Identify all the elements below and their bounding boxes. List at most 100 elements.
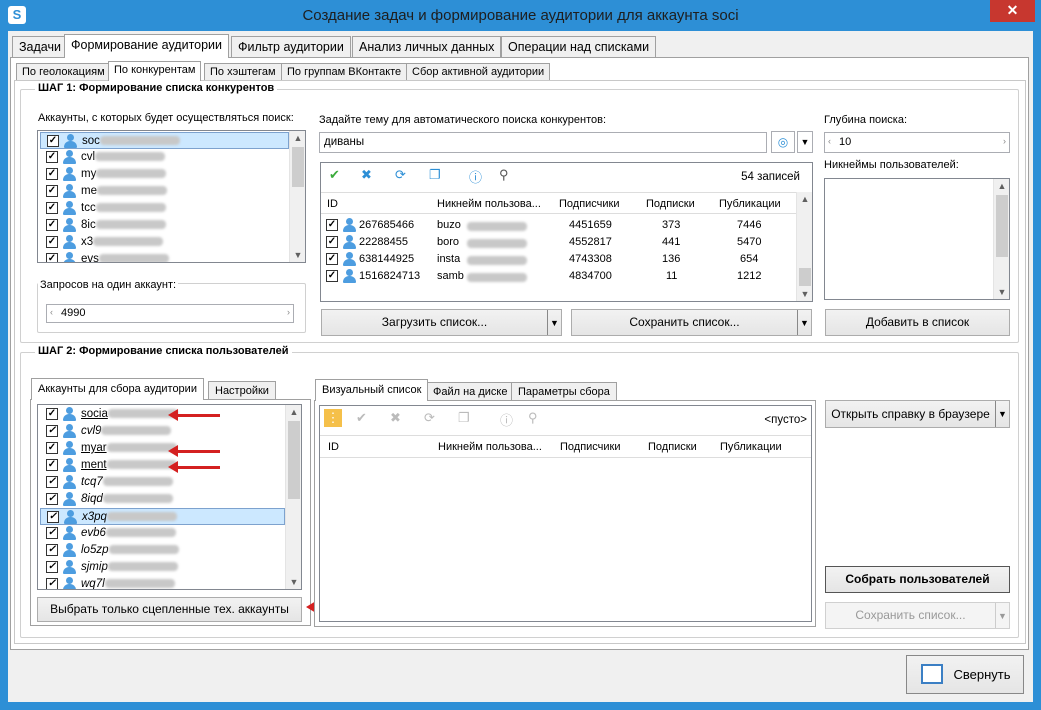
records-count: 54 записей <box>741 171 800 183</box>
grid-header: ID Никнейм пользова... Подписчики Подпис… <box>320 435 811 458</box>
load-list-button[interactable]: Загрузить список... ▼ <box>321 309 562 336</box>
users-grid: ⋮ ✔ ✖ ⟳ ❐ ⓘ ⚲ <пусто> ID Никнейм пользов… <box>319 405 812 622</box>
list-item[interactable]: ✓ me <box>40 183 167 200</box>
requests-spinner[interactable]: ‹ 4990 › <box>46 304 294 323</box>
nicknames-textarea[interactable]: ▲ ▼ <box>824 178 1010 300</box>
user-icon <box>62 200 77 215</box>
list-item[interactable]: ✓ soc <box>40 132 289 149</box>
tab-tasks[interactable]: Задачи <box>12 36 68 58</box>
info-icon[interactable]: ⓘ <box>469 167 482 186</box>
requests-label: Запросов на один аккаунт: <box>38 279 179 291</box>
list-item[interactable]: ✓ tcc <box>40 200 166 217</box>
user-icon <box>62 217 77 232</box>
tab-file-on-disk[interactable]: Файл на диске <box>426 382 515 401</box>
delete-icon: ✖ <box>390 410 401 425</box>
table-row[interactable]: ✓ 22288455 boro 4552817 441 5470 <box>321 234 796 251</box>
tab-list-operations[interactable]: Операции над списками <box>501 36 657 58</box>
grid-header: ID Никнейм пользова... Подписчики Подпис… <box>321 192 796 214</box>
check-icon[interactable]: ✔ <box>329 167 340 183</box>
delete-icon[interactable]: ✖ <box>361 167 372 183</box>
client-area: Задачи Формирование аудитории Фильтр ауд… <box>8 31 1033 702</box>
search-icon[interactable]: ⚲ <box>499 167 509 183</box>
list-item[interactable]: ✓ evb6 <box>40 525 176 542</box>
table-row[interactable]: ✓ 638144925 insta 4743308 136 654 <box>321 251 796 268</box>
copy-icon: ❐ <box>458 410 470 425</box>
tab-audience-filter[interactable]: Фильтр аудитории <box>231 36 351 58</box>
list-item[interactable]: ✓ sjmip <box>40 559 178 576</box>
tab-collection-params[interactable]: Параметры сбора <box>511 382 617 401</box>
subtab-vk-groups[interactable]: По группам ВКонтакте <box>281 63 408 81</box>
title-bar: S Создание задач и формирование аудитори… <box>0 0 1041 32</box>
list-item[interactable]: ✓ x3pq <box>40 508 285 525</box>
list-item[interactable]: ✓ 8iqd <box>40 491 173 508</box>
scrollbar[interactable]: ▲ ▼ <box>289 131 305 262</box>
step1-title: ШАГ 1: Формирование списка конкурентов <box>35 82 278 94</box>
chevron-down-icon: ▼ <box>797 310 811 335</box>
user-icon <box>62 149 77 164</box>
topic-input[interactable]: диваны <box>319 132 767 153</box>
tree-view-icon[interactable]: ⋮ <box>324 409 342 427</box>
list-item[interactable]: ✓ myar <box>40 440 177 457</box>
scrollbar[interactable]: ▲ ▼ <box>285 405 301 589</box>
list-item[interactable]: ✓ cvl9 <box>40 423 172 440</box>
list-item[interactable]: ✓ 8ic <box>40 217 166 234</box>
tab-audience-formation[interactable]: Формирование аудитории <box>64 34 230 58</box>
window-title: Создание задач и формирование аудитории … <box>302 7 739 24</box>
app-window: S Создание задач и формирование аудитори… <box>0 0 1041 710</box>
save-users-list-button: Сохранить список... ▼ <box>825 602 1010 629</box>
list-item[interactable]: ✓ evs <box>40 251 169 262</box>
select-linked-accounts-button[interactable]: Выбрать только сцепленные тех. аккаунты <box>37 597 302 622</box>
windows-icon <box>921 664 943 684</box>
step2-title: ШАГ 2: Формирование списка пользователей <box>35 345 292 357</box>
subtab-competitors[interactable]: По конкурентам <box>108 61 202 81</box>
scrollbar[interactable]: ▲ ▼ <box>796 192 812 301</box>
auto-search-icon[interactable]: ◎ <box>771 131 795 153</box>
accounts-search-label: Аккаунты, с которых будет осуществляться… <box>38 112 294 124</box>
tab-settings[interactable]: Настройки <box>208 381 276 400</box>
list-item[interactable]: ✓ lo5zp <box>40 542 179 559</box>
tab-audience-accounts[interactable]: Аккаунты для сбора аудитории <box>31 378 204 400</box>
add-to-list-button[interactable]: Добавить в список <box>825 309 1010 336</box>
user-icon <box>62 234 77 249</box>
minimize-button[interactable]: Свернуть <box>906 655 1024 694</box>
list-item[interactable]: ✓ x3 <box>40 234 164 251</box>
list-item[interactable]: ✓ cvl <box>40 149 166 166</box>
empty-label: <пусто> <box>764 414 807 426</box>
depth-spinner[interactable]: ‹ 10 › <box>824 132 1010 153</box>
chevron-down-icon[interactable]: ▼ <box>797 131 813 153</box>
chevron-down-icon: ▼ <box>995 401 1009 427</box>
depth-label: Глубина поиска: <box>824 114 908 126</box>
collect-users-button[interactable]: Собрать пользователей <box>825 566 1010 593</box>
info-icon: ⓘ <box>500 413 514 428</box>
topic-label: Задайте тему для автоматического поиска … <box>319 114 607 126</box>
red-arrow-annotation <box>168 461 220 473</box>
list-item[interactable]: ✓ wq7l <box>40 576 175 589</box>
subtab-hashtags[interactable]: По хэштегам <box>204 63 282 81</box>
search-icon: ⚲ <box>528 410 538 425</box>
chevron-down-icon: ▼ <box>995 603 1009 628</box>
red-arrow-annotation <box>168 445 220 457</box>
user-icon <box>62 183 77 198</box>
refresh-icon[interactable]: ⟳ <box>395 167 406 183</box>
table-row[interactable]: ✓ 1516824713 samb 4834700 11 1212 <box>321 268 796 285</box>
subtab-geolocation[interactable]: По геолокациям <box>16 63 111 81</box>
competitors-grid: ✔ ✖ ⟳ ❐ ⓘ ⚲ 54 записей ID Никнейм пользо… <box>320 162 813 302</box>
tab-visual-list[interactable]: Визуальный список <box>315 379 429 401</box>
save-list-button[interactable]: Сохранить список... ▼ <box>571 309 812 336</box>
table-row[interactable]: ✓ 267685466 buzo 4451659 373 7446 <box>321 217 796 234</box>
list-item[interactable]: ✓ ment <box>40 457 177 474</box>
chevron-down-icon: ▼ <box>547 310 561 335</box>
open-help-browser-button[interactable]: Открыть справку в браузере ▼ <box>825 400 1010 428</box>
step1-accounts-list[interactable]: ✓ soc ✓ cvl ✓ my ✓ me ✓ tcc ✓ 8ic ✓ x3 ✓ evs ▲ ▼ <box>37 130 306 263</box>
tab-personal-data[interactable]: Анализ личных данных <box>352 36 502 58</box>
list-item[interactable]: ✓ socia <box>40 406 178 423</box>
close-button[interactable]: ✕ <box>990 0 1035 22</box>
list-item[interactable]: ✓ tcq7 <box>40 474 173 491</box>
check-icon: ✔ <box>356 410 367 425</box>
refresh-icon: ⟳ <box>424 410 435 425</box>
list-item[interactable]: ✓ my <box>40 166 167 183</box>
subtab-active-audience[interactable]: Сбор активной аудитории <box>406 63 551 81</box>
user-icon <box>63 133 78 148</box>
copy-icon[interactable]: ❐ <box>429 167 441 183</box>
step2-accounts-list[interactable]: ✓ socia ✓ cvl9 ✓ myar ✓ ment ✓ tcq7 ✓ 8iqd ✓ x3… <box>37 404 302 590</box>
